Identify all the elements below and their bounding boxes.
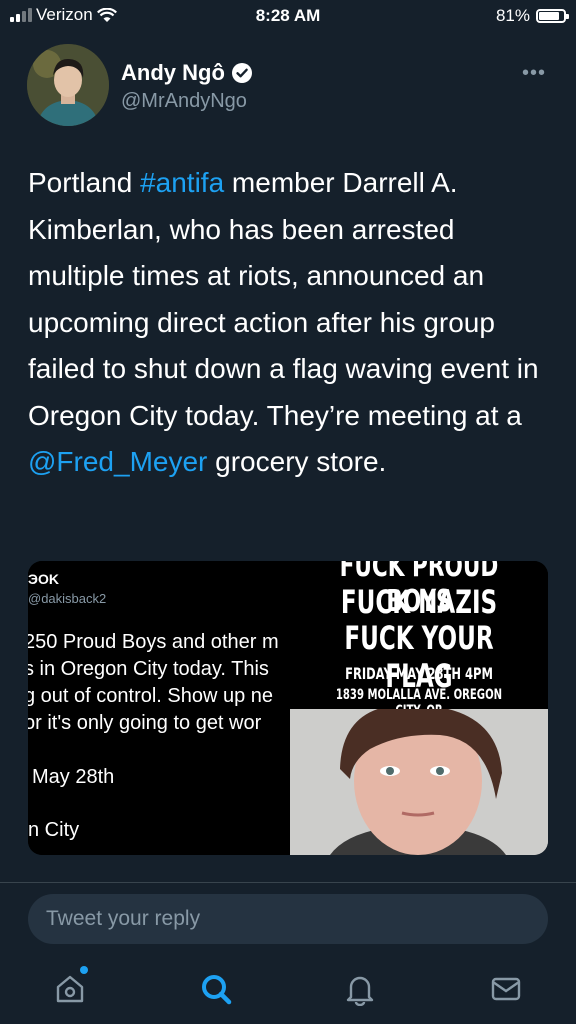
- tweet-media[interactable]: ЭOK @dakisback2 250 Proud Boys and other…: [28, 561, 548, 855]
- mail-icon[interactable]: [489, 972, 523, 1006]
- embedded-post-handle: @dakisback2: [28, 591, 107, 606]
- home-icon[interactable]: [53, 972, 87, 1006]
- embedded-post-location: n City: [28, 819, 80, 841]
- verified-badge-icon: [231, 63, 252, 83]
- mention-link[interactable]: @Fred_Meyer: [28, 446, 207, 477]
- battery-percent: 81%: [495, 6, 530, 25]
- reply-placeholder: Tweet your reply: [46, 907, 201, 930]
- clock: 8:28 AM: [255, 6, 321, 25]
- author-handle[interactable]: @MrAndyNgo: [121, 90, 247, 113]
- author-name-row[interactable]: Andy Ngô: [121, 60, 253, 86]
- battery-icon: [536, 9, 569, 23]
- embedded-post-date: May 28th: [32, 766, 115, 788]
- embedded-post-name: ЭOK: [28, 571, 59, 587]
- bottom-tab-bar: [0, 962, 576, 1024]
- tweet-text-part: member Darrell A. Kimberlan, who has bee…: [28, 167, 539, 431]
- embedded-post-line: or it's only going to get wor: [28, 712, 262, 734]
- media-screenshot-left[interactable]: ЭOK @dakisback2 250 Proud Boys and other…: [28, 561, 286, 855]
- notification-dot: [80, 966, 88, 974]
- mugshot-photo: [290, 709, 548, 855]
- embedded-post-line: s in Oregon City today. This: [28, 658, 269, 680]
- tweet-text-part: Portland: [28, 167, 141, 198]
- bell-icon[interactable]: [343, 972, 377, 1006]
- embedded-post-line: 250 Proud Boys and other m: [28, 631, 279, 653]
- poster-line-3: FUCK YOUR FLAG: [344, 619, 494, 695]
- reply-input[interactable]: Tweet your reply: [28, 894, 548, 944]
- tweet-text-part: grocery store.: [207, 446, 387, 477]
- status-bar: Verizon 8:28 AM 81%: [0, 0, 576, 30]
- divider: [0, 882, 576, 883]
- more-options-icon[interactable]: •••: [522, 62, 546, 85]
- search-icon[interactable]: [199, 972, 233, 1006]
- avatar[interactable]: [27, 44, 109, 126]
- poster-line-2: FUCK NAZIS: [340, 583, 498, 621]
- battery-group: 81%: [495, 6, 569, 26]
- embedded-post-line: g out of control. Show up ne: [28, 685, 274, 707]
- poster-line-4: FRIDAY MAY 28TH 4PM: [345, 664, 493, 683]
- avatar-image: [27, 44, 109, 126]
- hashtag-link[interactable]: #antifa: [140, 167, 224, 198]
- author-name[interactable]: Andy Ngô: [121, 60, 225, 86]
- media-poster-right[interactable]: FUCK PROUD BOYS FUCK NAZIS FUCK YOUR FLA…: [290, 561, 548, 855]
- tweet-text: Portland #antifa member Darrell A. Kimbe…: [28, 160, 553, 486]
